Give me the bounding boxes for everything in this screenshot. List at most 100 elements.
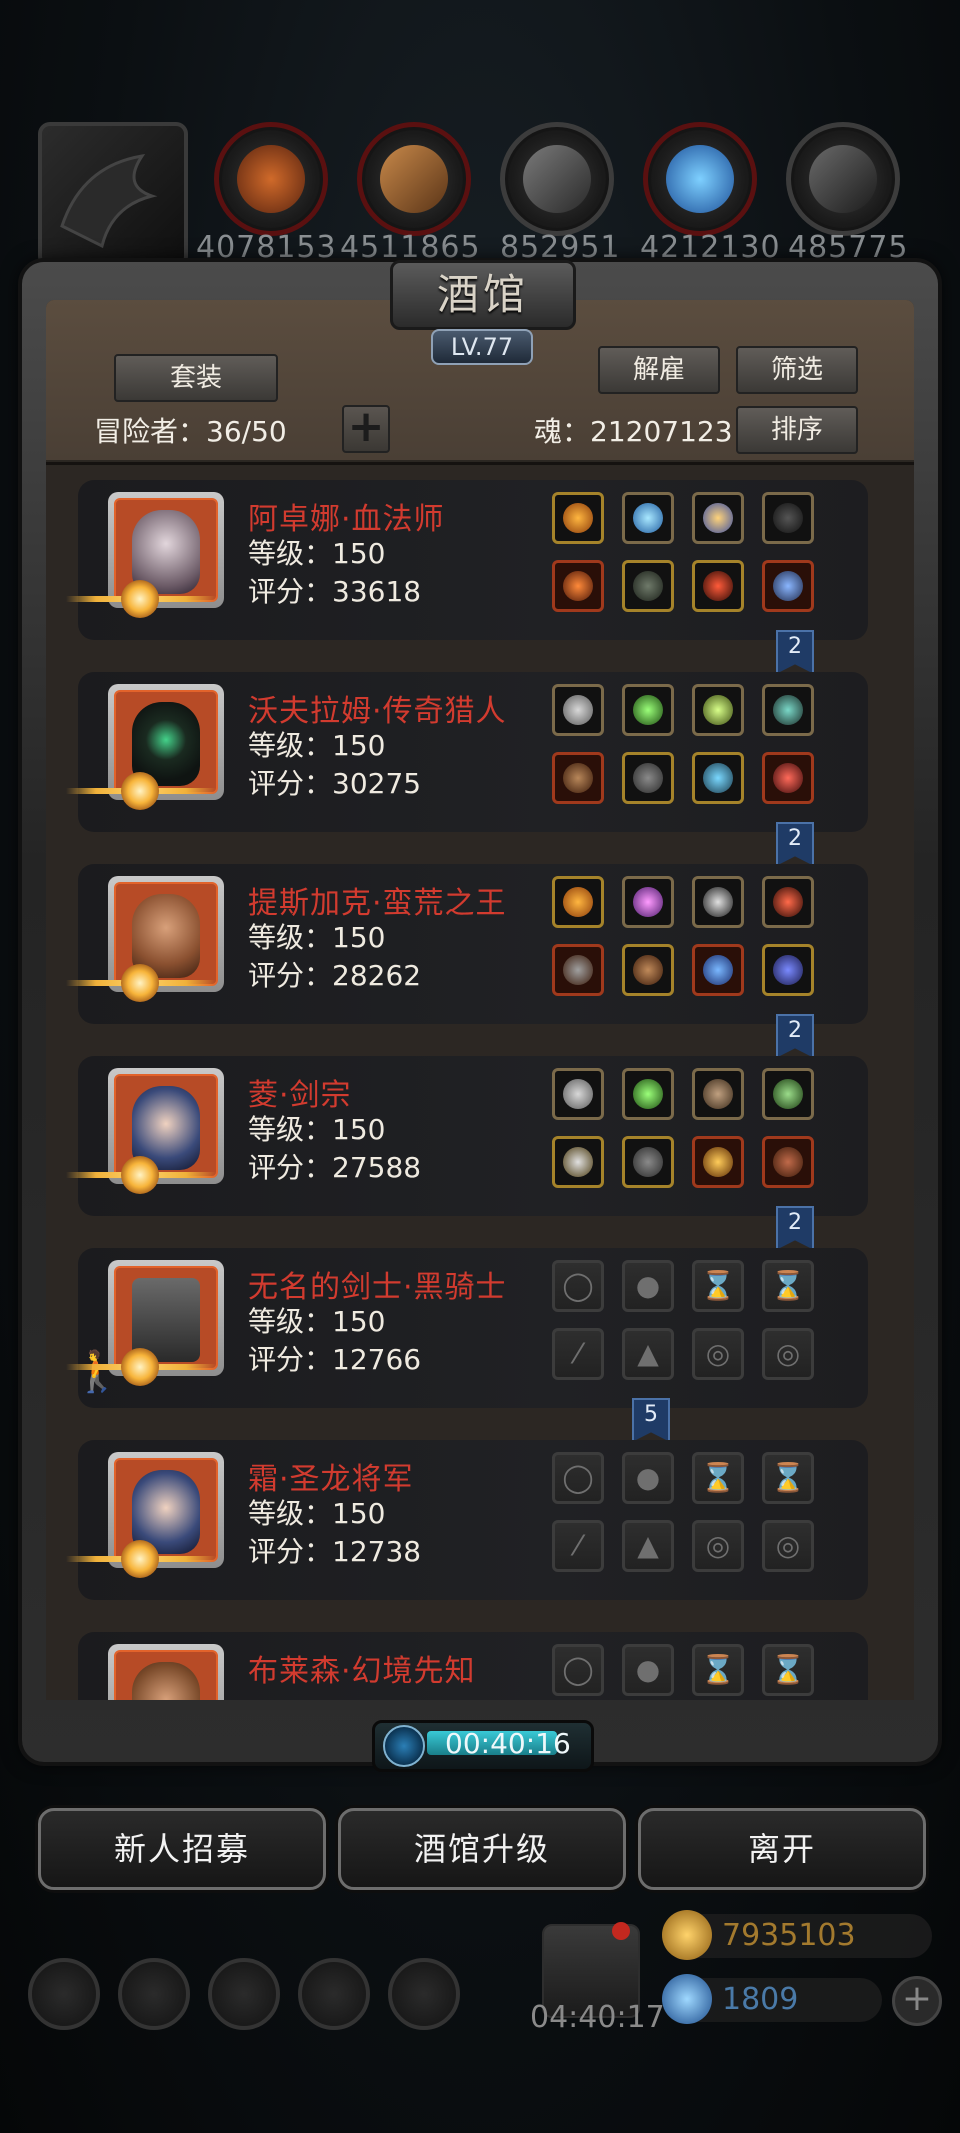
hero-card[interactable]: 🚶 无名的剑士·黑骑士 等级：150 评分：12766 ◯ ● ⌛ ⌛ ⁄ ▲ … bbox=[66, 1248, 868, 1408]
sword-icon: ⁄ bbox=[575, 1529, 581, 1562]
boots-slot[interactable] bbox=[762, 560, 814, 612]
robe-slot[interactable] bbox=[622, 560, 674, 612]
necklace-slot[interactable]: ◯ bbox=[552, 1452, 604, 1504]
ring-slot[interactable]: ◎ bbox=[692, 1328, 744, 1380]
necklace-slot[interactable]: ◯ bbox=[552, 1644, 604, 1696]
helmet-slot[interactable] bbox=[552, 492, 604, 544]
armor-slot[interactable] bbox=[622, 752, 674, 804]
amulet-slot[interactable] bbox=[692, 684, 744, 736]
armor-slot[interactable]: ▲ bbox=[622, 1520, 674, 1572]
sort-button[interactable]: 排序 bbox=[736, 406, 858, 454]
weapon-slot[interactable]: ⁄ bbox=[552, 1520, 604, 1572]
castle-icon[interactable] bbox=[208, 1958, 280, 2030]
crystal-resource[interactable] bbox=[643, 122, 757, 236]
mail-icon[interactable] bbox=[298, 1958, 370, 2030]
gem-slot[interactable] bbox=[622, 1068, 674, 1120]
gem-display: 1809 bbox=[662, 1974, 882, 2024]
hourglass-icon: ⌛ bbox=[700, 1269, 736, 1302]
gloves-slot[interactable] bbox=[762, 1068, 814, 1120]
rank-emblem-icon bbox=[66, 1348, 216, 1388]
guild-icon[interactable] bbox=[388, 1958, 460, 2030]
gem-slot[interactable]: ● bbox=[622, 1452, 674, 1504]
set-button[interactable]: 套装 bbox=[114, 354, 278, 402]
gloves-slot[interactable] bbox=[762, 684, 814, 736]
boots-slot[interactable] bbox=[762, 944, 814, 996]
player-portrait[interactable] bbox=[38, 122, 188, 268]
add-gems-button[interactable]: + bbox=[892, 1976, 942, 2026]
stone-resource[interactable] bbox=[500, 122, 614, 236]
hero-card[interactable]: 沃夫拉姆·传奇猎人 等级：150 评分：30275 bbox=[66, 672, 868, 832]
relic-slot[interactable]: ⌛ bbox=[692, 1644, 744, 1696]
ribbon-count: 2 bbox=[788, 1210, 802, 1235]
orb-slot[interactable] bbox=[622, 492, 674, 544]
leave-button[interactable]: 离开 bbox=[638, 1808, 926, 1890]
gloves-slot[interactable] bbox=[762, 876, 814, 928]
staff-slot[interactable] bbox=[552, 560, 604, 612]
relic-slot[interactable]: ⌛ bbox=[762, 1260, 814, 1312]
add-adventurer-button[interactable]: + bbox=[342, 405, 390, 453]
relic-slot[interactable]: ⌛ bbox=[692, 1260, 744, 1312]
ring-icon: ◎ bbox=[705, 1337, 731, 1370]
armor-slot[interactable]: ▲ bbox=[622, 1328, 674, 1380]
hero-level: 等级：150 bbox=[248, 1113, 386, 1146]
armor-slot[interactable] bbox=[622, 1136, 674, 1188]
boots-slot[interactable] bbox=[762, 752, 814, 804]
cloak-slot[interactable] bbox=[762, 492, 814, 544]
hero-card[interactable]: 阿卓娜·血法师 等级：150 评分：33618 bbox=[66, 480, 868, 640]
wood-icon bbox=[380, 145, 448, 213]
dismiss-button[interactable]: 解雇 bbox=[598, 346, 720, 394]
dragon-icon bbox=[60, 153, 158, 249]
recruit-button[interactable]: 新人招募 bbox=[38, 1808, 326, 1890]
weapon-slot[interactable]: ⁄ bbox=[552, 1328, 604, 1380]
ring-slot[interactable]: ◎ bbox=[762, 1328, 814, 1380]
hero-list[interactable]: 阿卓娜·血法师 等级：150 评分：33618 2 沃夫拉姆·传奇猎人 等级：1… bbox=[46, 466, 914, 1700]
ore-resource[interactable] bbox=[214, 122, 328, 236]
amulet-slot[interactable] bbox=[692, 492, 744, 544]
ring-slot[interactable] bbox=[692, 1136, 744, 1188]
gold-icon bbox=[662, 1910, 712, 1960]
ring-slot[interactable]: ◎ bbox=[692, 1520, 744, 1572]
ring-slot[interactable] bbox=[692, 560, 744, 612]
hero-score: 评分：33618 bbox=[248, 575, 422, 608]
hero-card[interactable]: 菱·剑宗 等级：150 评分：27588 bbox=[66, 1056, 868, 1216]
page-title: 酒馆 bbox=[436, 270, 529, 319]
wood-resource[interactable] bbox=[357, 122, 471, 236]
rank-emblem-icon bbox=[66, 580, 216, 620]
hero-card[interactable]: 霜·圣龙将军 等级：150 评分：12738 ◯ ● ⌛ ⌛ ⁄ ▲ ◎ ◎ bbox=[66, 1440, 868, 1600]
amulet-slot[interactable] bbox=[692, 876, 744, 928]
relic-slot[interactable]: ⌛ bbox=[692, 1452, 744, 1504]
settings-icon[interactable] bbox=[28, 1958, 100, 2030]
plus-icon: + bbox=[347, 401, 385, 452]
iron-icon bbox=[809, 145, 877, 213]
relic-slot[interactable]: ⌛ bbox=[762, 1644, 814, 1696]
hero-card[interactable]: 提斯加克·蛮荒之王 等级：150 评分：28262 bbox=[66, 864, 868, 1024]
tavern-upgrade-button[interactable]: 酒馆升级 bbox=[338, 1808, 626, 1890]
gem-slot[interactable]: ● bbox=[622, 1644, 674, 1696]
helmet-slot[interactable] bbox=[552, 876, 604, 928]
filter-button[interactable]: 筛选 bbox=[736, 346, 858, 394]
necklace-slot[interactable]: ◯ bbox=[552, 1260, 604, 1312]
gem-slot[interactable] bbox=[622, 684, 674, 736]
necklace-icon: ◯ bbox=[562, 1653, 594, 1686]
gem-slot[interactable] bbox=[622, 876, 674, 928]
gift-timer: 04:40:17 bbox=[530, 2000, 665, 2035]
gun-slot[interactable] bbox=[552, 752, 604, 804]
relic-slot[interactable]: ⌛ bbox=[762, 1452, 814, 1504]
iron-resource[interactable] bbox=[786, 122, 900, 236]
sword-slot[interactable] bbox=[552, 1136, 604, 1188]
boots-slot[interactable] bbox=[762, 1136, 814, 1188]
ring-slot[interactable] bbox=[692, 944, 744, 996]
hero-avatar[interactable] bbox=[108, 1644, 224, 1700]
drop-icon: ● bbox=[635, 1461, 661, 1494]
gem-slot[interactable]: ● bbox=[622, 1260, 674, 1312]
hero-name: 布莱森·幻境先知 bbox=[248, 1654, 476, 1689]
axe-slot[interactable] bbox=[552, 944, 604, 996]
armor-slot[interactable] bbox=[622, 944, 674, 996]
helmet-slot[interactable] bbox=[552, 1068, 604, 1120]
ring-slot[interactable]: ◎ bbox=[762, 1520, 814, 1572]
star-icon[interactable] bbox=[118, 1958, 190, 2030]
shield-slot[interactable] bbox=[692, 1068, 744, 1120]
helmet-slot[interactable] bbox=[552, 684, 604, 736]
hero-card[interactable]: 布莱森·幻境先知 ◯ ● ⌛ ⌛ bbox=[78, 1632, 868, 1700]
ring-slot[interactable] bbox=[692, 752, 744, 804]
